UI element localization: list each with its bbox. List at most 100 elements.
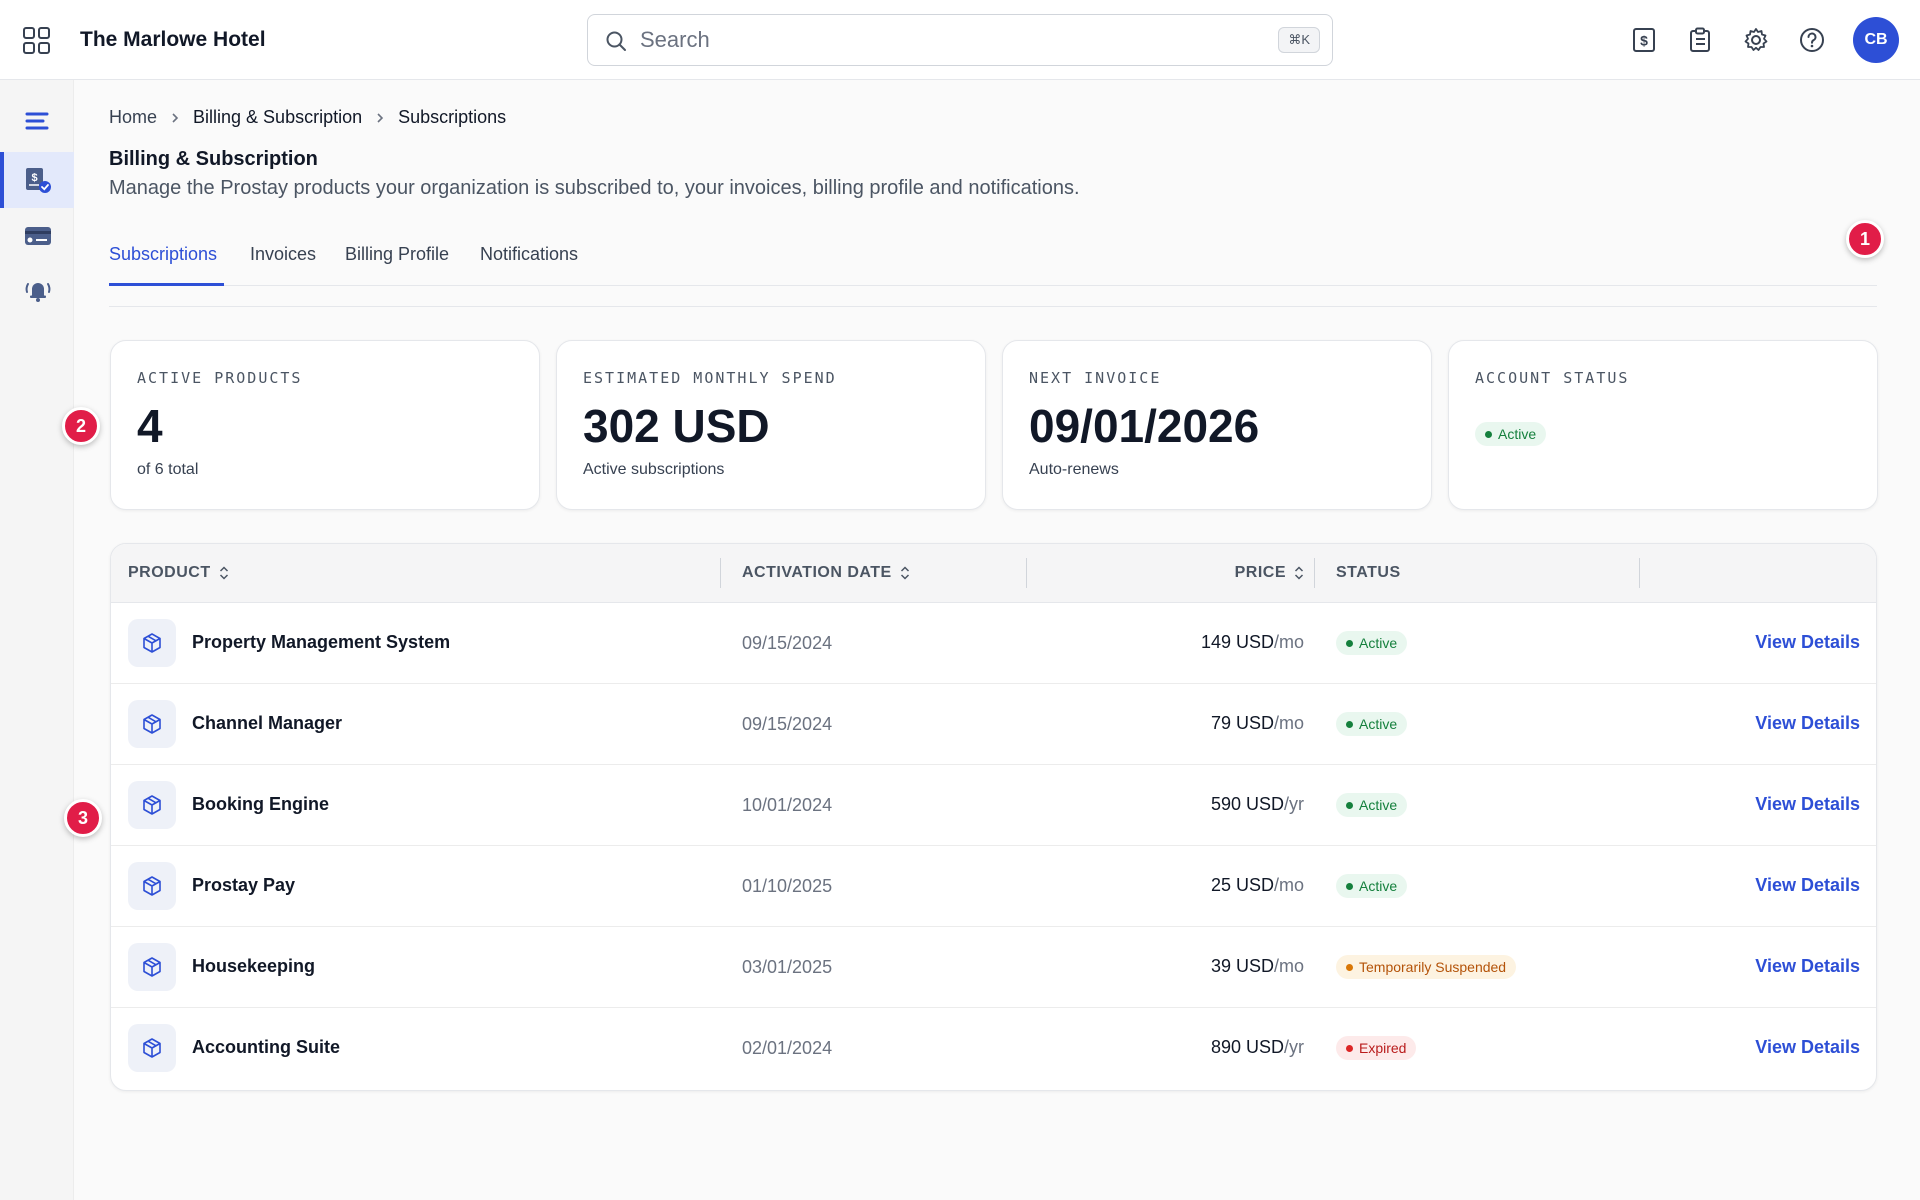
annotation-marker-1: 1 xyxy=(1846,220,1884,258)
search-shortcut-badge: ⌘K xyxy=(1278,27,1320,53)
active-tab-indicator xyxy=(109,283,224,286)
product-name: Property Management System xyxy=(192,632,451,652)
price: 149 USD/mo xyxy=(1200,632,1304,652)
billing-icon[interactable]: $ xyxy=(1630,26,1658,54)
view-details-link[interactable]: View Details xyxy=(1755,713,1860,734)
status-badge: Active xyxy=(1336,874,1408,898)
table-row: Booking Engine 10/01/2024 590 USD/yr Act… xyxy=(111,765,1876,846)
product-name: Booking Engine xyxy=(192,794,329,814)
activation-date: 10/01/2024 xyxy=(742,795,833,815)
card-label: ACCOUNT STATUS xyxy=(1475,369,1630,387)
search-input[interactable] xyxy=(640,25,1240,55)
column-header-activation-date[interactable]: ACTIVATION DATE xyxy=(742,564,910,582)
card-value: 4 xyxy=(137,400,163,452)
package-icon xyxy=(143,795,161,815)
user-avatar[interactable]: CB xyxy=(1853,17,1899,63)
top-bar: The Marlowe Hotel ⌘K $ CB xyxy=(0,0,1920,80)
product-name: Channel Manager xyxy=(192,713,343,733)
column-header-product[interactable]: PRODUCT xyxy=(128,564,229,582)
price: 590 USD/yr xyxy=(1210,794,1304,814)
search-box[interactable]: ⌘K xyxy=(587,14,1333,66)
sidebar-menu-toggle[interactable] xyxy=(0,94,74,150)
table-row: Prostay Pay 01/10/2025 25 USD/mo Active … xyxy=(111,846,1876,927)
sidebar-item-payment-methods[interactable] xyxy=(0,208,74,264)
chevron-right-icon xyxy=(377,112,384,123)
package-icon xyxy=(143,714,161,734)
sort-icon xyxy=(1294,566,1304,580)
card-label: NEXT INVOICE xyxy=(1029,369,1162,387)
sort-icon xyxy=(219,566,228,580)
sidebar-item-billing-subscription[interactable]: $ xyxy=(0,152,74,208)
price: 890 USD/yr xyxy=(1210,1037,1304,1057)
view-details-link[interactable]: View Details xyxy=(1755,956,1860,977)
chevron-right-icon xyxy=(172,112,179,123)
view-details-link[interactable]: View Details xyxy=(1755,1037,1860,1058)
tab-subscriptions[interactable]: Subscriptions xyxy=(109,244,217,265)
tab-bar: Subscriptions Invoices Billing Profile N… xyxy=(109,232,1877,286)
table-row: Housekeeping 03/01/2025 39 USD/mo Tempor… xyxy=(111,927,1876,1008)
price: 25 USD/mo xyxy=(1210,875,1304,895)
notifications-bell-icon xyxy=(25,283,51,302)
page-title: Billing & Subscription xyxy=(109,148,318,170)
product-icon xyxy=(128,781,176,829)
product-name: Housekeeping xyxy=(192,956,316,976)
status-badge: Active xyxy=(1336,712,1408,736)
price: 39 USD/mo xyxy=(1210,956,1304,976)
card-note: of 6 total xyxy=(137,461,199,478)
price: 79 USD/mo xyxy=(1210,713,1304,733)
annotation-marker-2: 2 xyxy=(62,407,100,445)
package-icon xyxy=(143,876,161,896)
table-header: PRODUCT ACTIVATION DATE PRICE STATUS xyxy=(111,544,1876,603)
breadcrumb: Home Billing & Subscription Subscription… xyxy=(109,107,506,128)
product-icon xyxy=(128,943,176,991)
column-header-price[interactable]: PRICE xyxy=(1235,564,1304,582)
activation-date: 01/10/2025 xyxy=(742,876,833,896)
tab-billing-profile[interactable]: Billing Profile xyxy=(345,244,449,265)
account-status-card: ACCOUNT STATUS Active xyxy=(1448,340,1878,510)
clipboard-icon[interactable] xyxy=(1686,26,1714,54)
breadcrumb-current: Subscriptions xyxy=(398,107,507,127)
status-badge: Active xyxy=(1336,631,1408,655)
page-subtitle: Manage the Prostay products your organiz… xyxy=(109,177,1080,199)
view-details-link[interactable]: View Details xyxy=(1755,794,1860,815)
sort-icon xyxy=(900,566,909,580)
search-icon xyxy=(606,31,626,51)
product-icon xyxy=(128,862,176,910)
status-badge: Temporarily Suspended xyxy=(1336,955,1517,979)
package-icon xyxy=(143,1038,161,1058)
activation-date: 02/01/2024 xyxy=(742,1038,833,1058)
activation-date: 09/15/2024 xyxy=(742,714,833,734)
sidebar: $ xyxy=(0,80,74,1200)
card-value: 09/01/2026 xyxy=(1029,400,1260,452)
card-label: ACTIVE PRODUCTS xyxy=(137,369,303,387)
breadcrumb-home[interactable]: Home xyxy=(109,107,157,128)
view-details-link[interactable]: View Details xyxy=(1755,632,1860,653)
active-products-card: ACTIVE PRODUCTS 4 of 6 total xyxy=(110,340,540,510)
activation-date: 09/15/2024 xyxy=(742,633,833,653)
table-row: Channel Manager 09/15/2024 79 USD/mo Act… xyxy=(111,684,1876,765)
svg-text:$: $ xyxy=(31,172,37,184)
breadcrumb-billing[interactable]: Billing & Subscription xyxy=(193,107,362,128)
product-icon xyxy=(128,700,176,748)
tab-notifications[interactable]: Notifications xyxy=(480,244,578,265)
sidebar-item-notifications[interactable] xyxy=(0,262,74,318)
status-badge: Active xyxy=(1475,422,1547,446)
card-note: Auto-renews xyxy=(1029,461,1119,478)
tab-invoices[interactable]: Invoices xyxy=(250,244,316,265)
table-row: Property Management System 09/15/2024 14… xyxy=(111,603,1876,684)
gear-icon[interactable] xyxy=(1742,26,1770,54)
table-row: Accounting Suite 02/01/2024 890 USD/yr E… xyxy=(111,1008,1876,1089)
section-divider xyxy=(109,306,1877,307)
activation-date: 03/01/2025 xyxy=(742,957,833,977)
card-value: 302 USD xyxy=(583,400,770,452)
package-icon xyxy=(143,633,161,653)
status-badge: Active xyxy=(1336,793,1408,817)
svg-text:$: $ xyxy=(1640,33,1648,49)
annotation-marker-3: 3 xyxy=(64,799,102,837)
product-icon xyxy=(128,619,176,667)
help-icon[interactable] xyxy=(1798,26,1826,54)
product-icon xyxy=(128,1024,176,1072)
product-name: Prostay Pay xyxy=(192,875,296,895)
apps-grid-icon[interactable] xyxy=(22,26,52,56)
view-details-link[interactable]: View Details xyxy=(1755,875,1860,896)
